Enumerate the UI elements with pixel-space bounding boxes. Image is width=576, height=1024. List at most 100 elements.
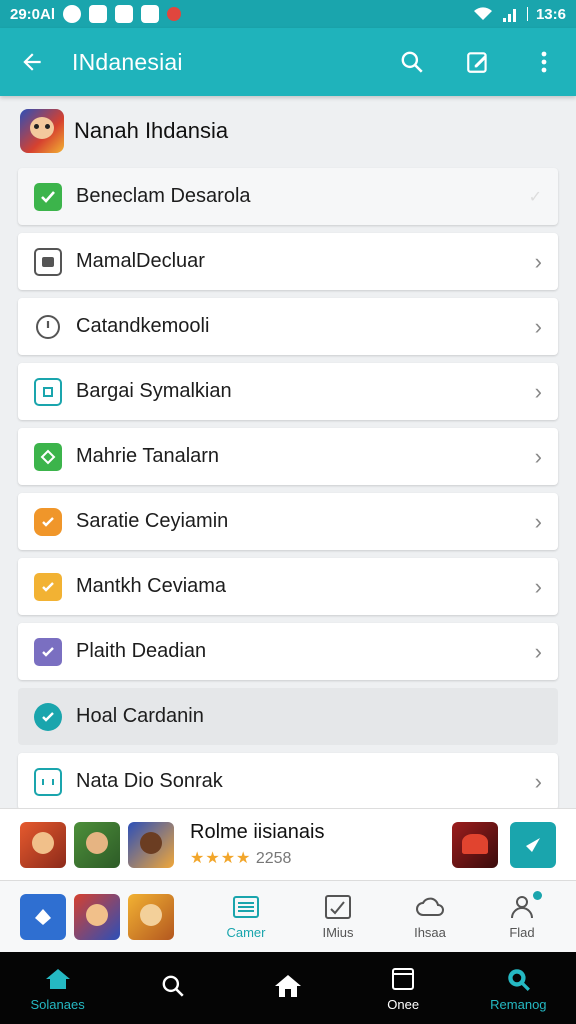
promo-rating: ★★★★ 2258 xyxy=(190,848,325,868)
menu-item-label: Mahrie Tanalarn xyxy=(76,445,220,467)
app-shortcut-3[interactable] xyxy=(128,893,174,940)
menu-item-label: Catandkemooli xyxy=(76,315,210,337)
menu-item-plaith[interactable]: Plaith Deadian › xyxy=(18,623,558,680)
nav-remanog[interactable]: Remanog xyxy=(470,965,566,1012)
status-clock: 13:6 xyxy=(535,5,566,23)
section-header: Nanah Ihdansia xyxy=(20,108,228,154)
promo-title: Rolme iisianais xyxy=(190,821,325,843)
nav-onee[interactable]: Onee xyxy=(355,965,451,1012)
app-title: INdanesiai xyxy=(72,48,183,75)
signal-icon xyxy=(502,9,516,22)
menu-item-mahrie[interactable]: Mahrie Tanalarn › xyxy=(18,428,558,485)
app-shortcut-2[interactable] xyxy=(74,893,120,940)
chevron-right-icon: › xyxy=(534,313,542,339)
record-icon xyxy=(167,7,182,21)
menu-item-hoal[interactable]: Hoal Cardanin xyxy=(18,688,558,745)
wifi-icon xyxy=(473,7,492,20)
bottom-nav: Solanaes Onee Remanog xyxy=(0,952,576,1024)
menu-item-mamaldecluar[interactable]: MamalDecluar › xyxy=(18,233,558,290)
counter-icon xyxy=(34,767,62,796)
more-vert-icon xyxy=(541,51,547,73)
promo-banner[interactable]: Rolme iisianais ★★★★ 2258 xyxy=(0,808,576,880)
chevron-right-icon: › xyxy=(534,248,542,274)
search-button[interactable] xyxy=(394,44,430,80)
tab-flad[interactable]: Flad xyxy=(476,891,568,940)
app-shortcut-1[interactable] xyxy=(20,893,66,940)
search-icon xyxy=(401,51,423,73)
chevron-right-icon: › xyxy=(534,508,542,534)
badge-icon xyxy=(34,507,62,536)
menu-item-label: Nata Dio Sonrak xyxy=(76,770,223,792)
menu-item-bargai[interactable]: Bargai Symalkian › xyxy=(18,363,558,420)
chevron-right-icon: › xyxy=(534,443,542,469)
cloud-icon xyxy=(416,893,444,921)
menu-item-saratie[interactable]: Saratie Ceyiamin › xyxy=(18,493,558,550)
status-divider xyxy=(526,7,528,21)
chevron-right-icon: › xyxy=(534,638,542,664)
nav-search[interactable] xyxy=(125,972,221,1004)
app-logo-icon xyxy=(20,109,64,153)
grid-icon xyxy=(34,377,62,406)
star-rating-icon: ★★★★ xyxy=(190,850,252,867)
search-badge-icon xyxy=(504,965,532,993)
nav-solanaes[interactable]: Solanaes xyxy=(10,965,106,1012)
nav-home[interactable] xyxy=(240,972,336,1004)
nav-label: Onee xyxy=(387,996,420,1012)
menu-list: Beneclam Desarola ✓ MamalDecluar › Catan… xyxy=(18,168,558,818)
more-button[interactable] xyxy=(526,44,562,80)
tab-imius[interactable]: IMius xyxy=(292,893,384,940)
check-circle-icon xyxy=(34,702,62,731)
menu-item-label: Saratie Ceyiamin xyxy=(76,510,229,532)
menu-item-catandkemooli[interactable]: Catandkemooli › xyxy=(18,298,558,355)
clock-icon xyxy=(34,313,62,341)
tab-camer[interactable]: Camer xyxy=(200,893,292,940)
image-icon xyxy=(34,247,62,276)
window-icon xyxy=(389,965,417,993)
notification-icon xyxy=(63,5,82,23)
game-thumb-3[interactable] xyxy=(128,821,174,868)
game-thumb-1[interactable] xyxy=(20,821,66,868)
video-icon xyxy=(141,5,160,23)
game-thumb-4[interactable] xyxy=(452,821,498,868)
home-icon xyxy=(44,965,72,993)
menu-item-label: Hoal Cardanin xyxy=(76,705,204,727)
status-bar: 29:0Al 13:6 xyxy=(0,0,576,28)
tab-label: Flad xyxy=(509,925,535,940)
checkmark-faint-icon: ✓ xyxy=(528,188,542,206)
chat-icon xyxy=(115,5,134,23)
menu-item-label: Plaith Deadian xyxy=(76,640,207,662)
badge-icon xyxy=(34,572,62,601)
game-thumb-2[interactable] xyxy=(74,821,120,868)
edit-button[interactable] xyxy=(460,44,496,80)
back-arrow-icon xyxy=(23,53,41,71)
menu-item-mantkh[interactable]: Mantkh Ceviama › xyxy=(18,558,558,615)
check-icon xyxy=(34,182,62,211)
person-icon xyxy=(508,893,536,921)
chevron-right-icon: › xyxy=(534,378,542,404)
promo-rating-count: 2258 xyxy=(255,850,292,867)
menu-item-label: Bargai Symalkian xyxy=(76,380,232,402)
nav-label: Solanaes xyxy=(30,996,85,1012)
star-burst-icon xyxy=(35,908,51,925)
nav-label: Remanog xyxy=(490,996,547,1012)
search-icon xyxy=(159,972,187,1000)
edit-icon xyxy=(467,52,487,73)
arrow-tile-icon[interactable] xyxy=(510,821,556,868)
chart-icon xyxy=(324,893,352,921)
tab-label: Ihsaa xyxy=(414,925,446,940)
section-title: Nanah Ihdansia xyxy=(74,118,229,143)
menu-item-label: MamalDecluar xyxy=(76,250,205,272)
tab-label: Camer xyxy=(226,925,266,940)
house-icon xyxy=(274,972,302,1000)
keyboard-icon xyxy=(232,893,260,921)
app-bar: INdanesiai xyxy=(0,28,576,96)
menu-item-beneclam[interactable]: Beneclam Desarola ✓ xyxy=(18,168,558,225)
tab-ihsaa[interactable]: Ihsaa xyxy=(384,893,476,940)
back-button[interactable] xyxy=(14,44,50,80)
chevron-right-icon: › xyxy=(534,768,542,794)
menu-item-nata[interactable]: Nata Dio Sonrak › xyxy=(18,753,558,810)
status-time: 29:0Al xyxy=(10,5,56,23)
checkbox-icon xyxy=(34,637,62,666)
menu-item-label: Beneclam Desarola xyxy=(76,185,251,207)
gallery-icon xyxy=(89,5,108,23)
